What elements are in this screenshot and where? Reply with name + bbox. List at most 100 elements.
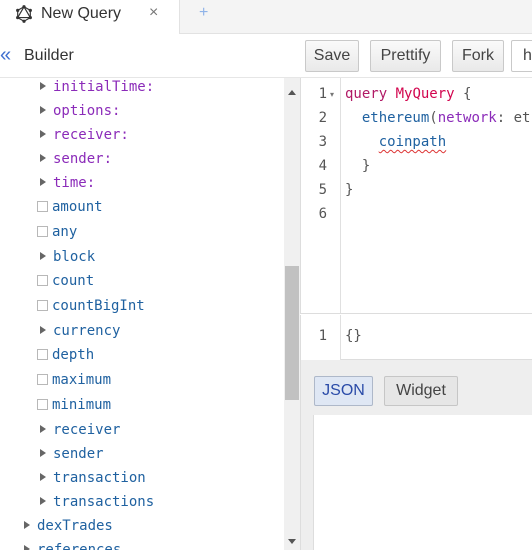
tree-node-label: transactions bbox=[53, 494, 155, 510]
tree-node-label: minimum bbox=[52, 397, 112, 413]
checkbox[interactable] bbox=[37, 348, 48, 360]
code-punctuation: } bbox=[361, 158, 371, 174]
tree-node-any[interactable]: any bbox=[37, 221, 77, 243]
scroll-up-arrow-icon[interactable] bbox=[288, 90, 296, 95]
tree-node-minimum[interactable]: minimum bbox=[37, 394, 111, 416]
tree-node-initialtime[interactable]: initialTime: bbox=[40, 78, 154, 98]
tab-new-query[interactable]: New Query × bbox=[0, 0, 180, 34]
expand-arrow-icon[interactable] bbox=[40, 252, 46, 260]
line-number: 1 bbox=[318, 86, 327, 102]
result-panel: JSON Widget bbox=[300, 360, 532, 550]
line-number: 6 bbox=[318, 206, 327, 222]
scroll-down-arrow-icon[interactable] bbox=[288, 539, 296, 544]
tree-node-label: options: bbox=[53, 103, 121, 119]
fold-arrow-icon[interactable]: ▾ bbox=[330, 90, 334, 99]
tree-node-maximum[interactable]: maximum bbox=[37, 369, 111, 391]
collapse-left-icon[interactable]: « bbox=[0, 45, 11, 65]
tree-node-block[interactable]: block bbox=[40, 246, 95, 268]
code-punctuation: : et bbox=[496, 110, 531, 126]
expand-arrow-icon[interactable] bbox=[40, 154, 46, 162]
code-line: } bbox=[345, 158, 370, 174]
checkbox[interactable] bbox=[37, 225, 48, 237]
line-gutter: 1 ▾ 2 3 4 5 6 bbox=[301, 78, 341, 313]
tree-node-label: currency bbox=[53, 323, 121, 339]
tree-node-receiver-arg[interactable]: receiver: bbox=[40, 124, 129, 146]
history-button[interactable]: h bbox=[511, 40, 532, 72]
checkbox[interactable] bbox=[37, 398, 48, 410]
variables-editor[interactable]: 1 {} bbox=[300, 315, 532, 360]
line-number: 1 bbox=[318, 328, 327, 344]
tree-node-transaction[interactable]: transaction bbox=[40, 467, 146, 489]
tree-node-label: depth bbox=[52, 347, 95, 363]
code-line: } bbox=[345, 182, 353, 198]
builder-title: Builder bbox=[24, 47, 74, 64]
tree-node-options[interactable]: options: bbox=[40, 100, 120, 122]
line-gutter: 1 bbox=[301, 315, 341, 360]
tree-node-label: receiver bbox=[53, 422, 121, 438]
fork-button[interactable]: Fork bbox=[452, 40, 504, 72]
tab-title: New Query bbox=[41, 5, 122, 22]
tree-node-depth[interactable]: depth bbox=[37, 344, 94, 366]
toolbar: Save Prettify Fork h bbox=[300, 34, 532, 78]
scrollbar-thumb[interactable] bbox=[285, 266, 299, 400]
expand-arrow-icon[interactable] bbox=[40, 82, 46, 90]
query-editor[interactable]: 1 ▾ 2 3 4 5 6 query MyQuery { ethereum(n… bbox=[300, 78, 532, 314]
expand-arrow-icon[interactable] bbox=[40, 497, 46, 505]
expand-arrow-icon[interactable] bbox=[40, 449, 46, 457]
expand-arrow-icon[interactable] bbox=[40, 425, 46, 433]
tree-node-label: count bbox=[52, 273, 95, 289]
expand-arrow-icon[interactable] bbox=[40, 326, 46, 334]
tree-node-sender-arg[interactable]: sender: bbox=[40, 148, 112, 170]
tree-node-label: dexTrades bbox=[37, 518, 113, 534]
expand-arrow-icon[interactable] bbox=[40, 473, 46, 481]
variables-content: {} bbox=[345, 328, 362, 344]
tree-node-receiver[interactable]: receiver bbox=[40, 419, 120, 441]
tree-node-label: references bbox=[37, 542, 122, 550]
tree-node-label: amount bbox=[52, 199, 103, 215]
tree-node-label: block bbox=[53, 249, 96, 265]
result-output bbox=[313, 415, 532, 550]
tree-node-label: transaction bbox=[53, 470, 146, 486]
json-tab-button[interactable]: JSON bbox=[314, 376, 373, 406]
tree-node-label: time: bbox=[53, 175, 96, 191]
tree-node-count[interactable]: count bbox=[37, 270, 94, 292]
builder-scrollbar[interactable] bbox=[284, 78, 300, 550]
line-number: 3 bbox=[318, 134, 327, 150]
checkbox[interactable] bbox=[37, 299, 48, 311]
checkbox[interactable] bbox=[37, 373, 48, 385]
tree-node-amount[interactable]: amount bbox=[37, 196, 103, 218]
checkbox[interactable] bbox=[37, 274, 48, 286]
tree-node-time[interactable]: time: bbox=[40, 172, 95, 194]
code-line: ethereum(network: et bbox=[345, 110, 531, 126]
tree-node-dextrades[interactable]: dexTrades bbox=[24, 515, 113, 537]
builder-header: « Builder bbox=[0, 34, 300, 78]
checkbox[interactable] bbox=[37, 200, 48, 212]
code-line: query MyQuery { bbox=[345, 86, 471, 102]
tree-node-label: any bbox=[52, 224, 78, 240]
builder-tree: initialTime: options: receiver: sender: … bbox=[0, 78, 284, 550]
add-tab-icon[interactable]: + bbox=[199, 4, 208, 22]
tree-node-sender[interactable]: sender bbox=[40, 443, 104, 465]
prettify-button[interactable]: Prettify bbox=[370, 40, 441, 72]
tab-bar: New Query × + bbox=[0, 0, 532, 34]
tree-node-label: sender bbox=[53, 446, 104, 462]
expand-arrow-icon[interactable] bbox=[40, 130, 46, 138]
tree-node-transactions[interactable]: transactions bbox=[40, 491, 154, 513]
expand-arrow-icon[interactable] bbox=[24, 521, 30, 529]
expand-arrow-icon[interactable] bbox=[24, 545, 30, 550]
code-field-error: coinpath bbox=[378, 134, 447, 150]
tree-node-label: sender: bbox=[53, 151, 113, 167]
expand-arrow-icon[interactable] bbox=[40, 178, 46, 186]
tree-node-countbigint[interactable]: countBigInt bbox=[37, 295, 145, 317]
close-icon[interactable]: × bbox=[149, 4, 158, 22]
save-button[interactable]: Save bbox=[305, 40, 359, 72]
code-keyword: query bbox=[345, 86, 388, 102]
widget-tab-button[interactable]: Widget bbox=[384, 376, 458, 406]
tree-node-references[interactable]: references bbox=[24, 539, 121, 550]
tree-node-currency[interactable]: currency bbox=[40, 320, 120, 342]
line-number: 2 bbox=[318, 110, 327, 126]
expand-arrow-icon[interactable] bbox=[40, 106, 46, 114]
code-punctuation: { bbox=[463, 86, 472, 102]
line-number: 5 bbox=[318, 182, 327, 198]
line-number: 4 bbox=[318, 158, 327, 174]
